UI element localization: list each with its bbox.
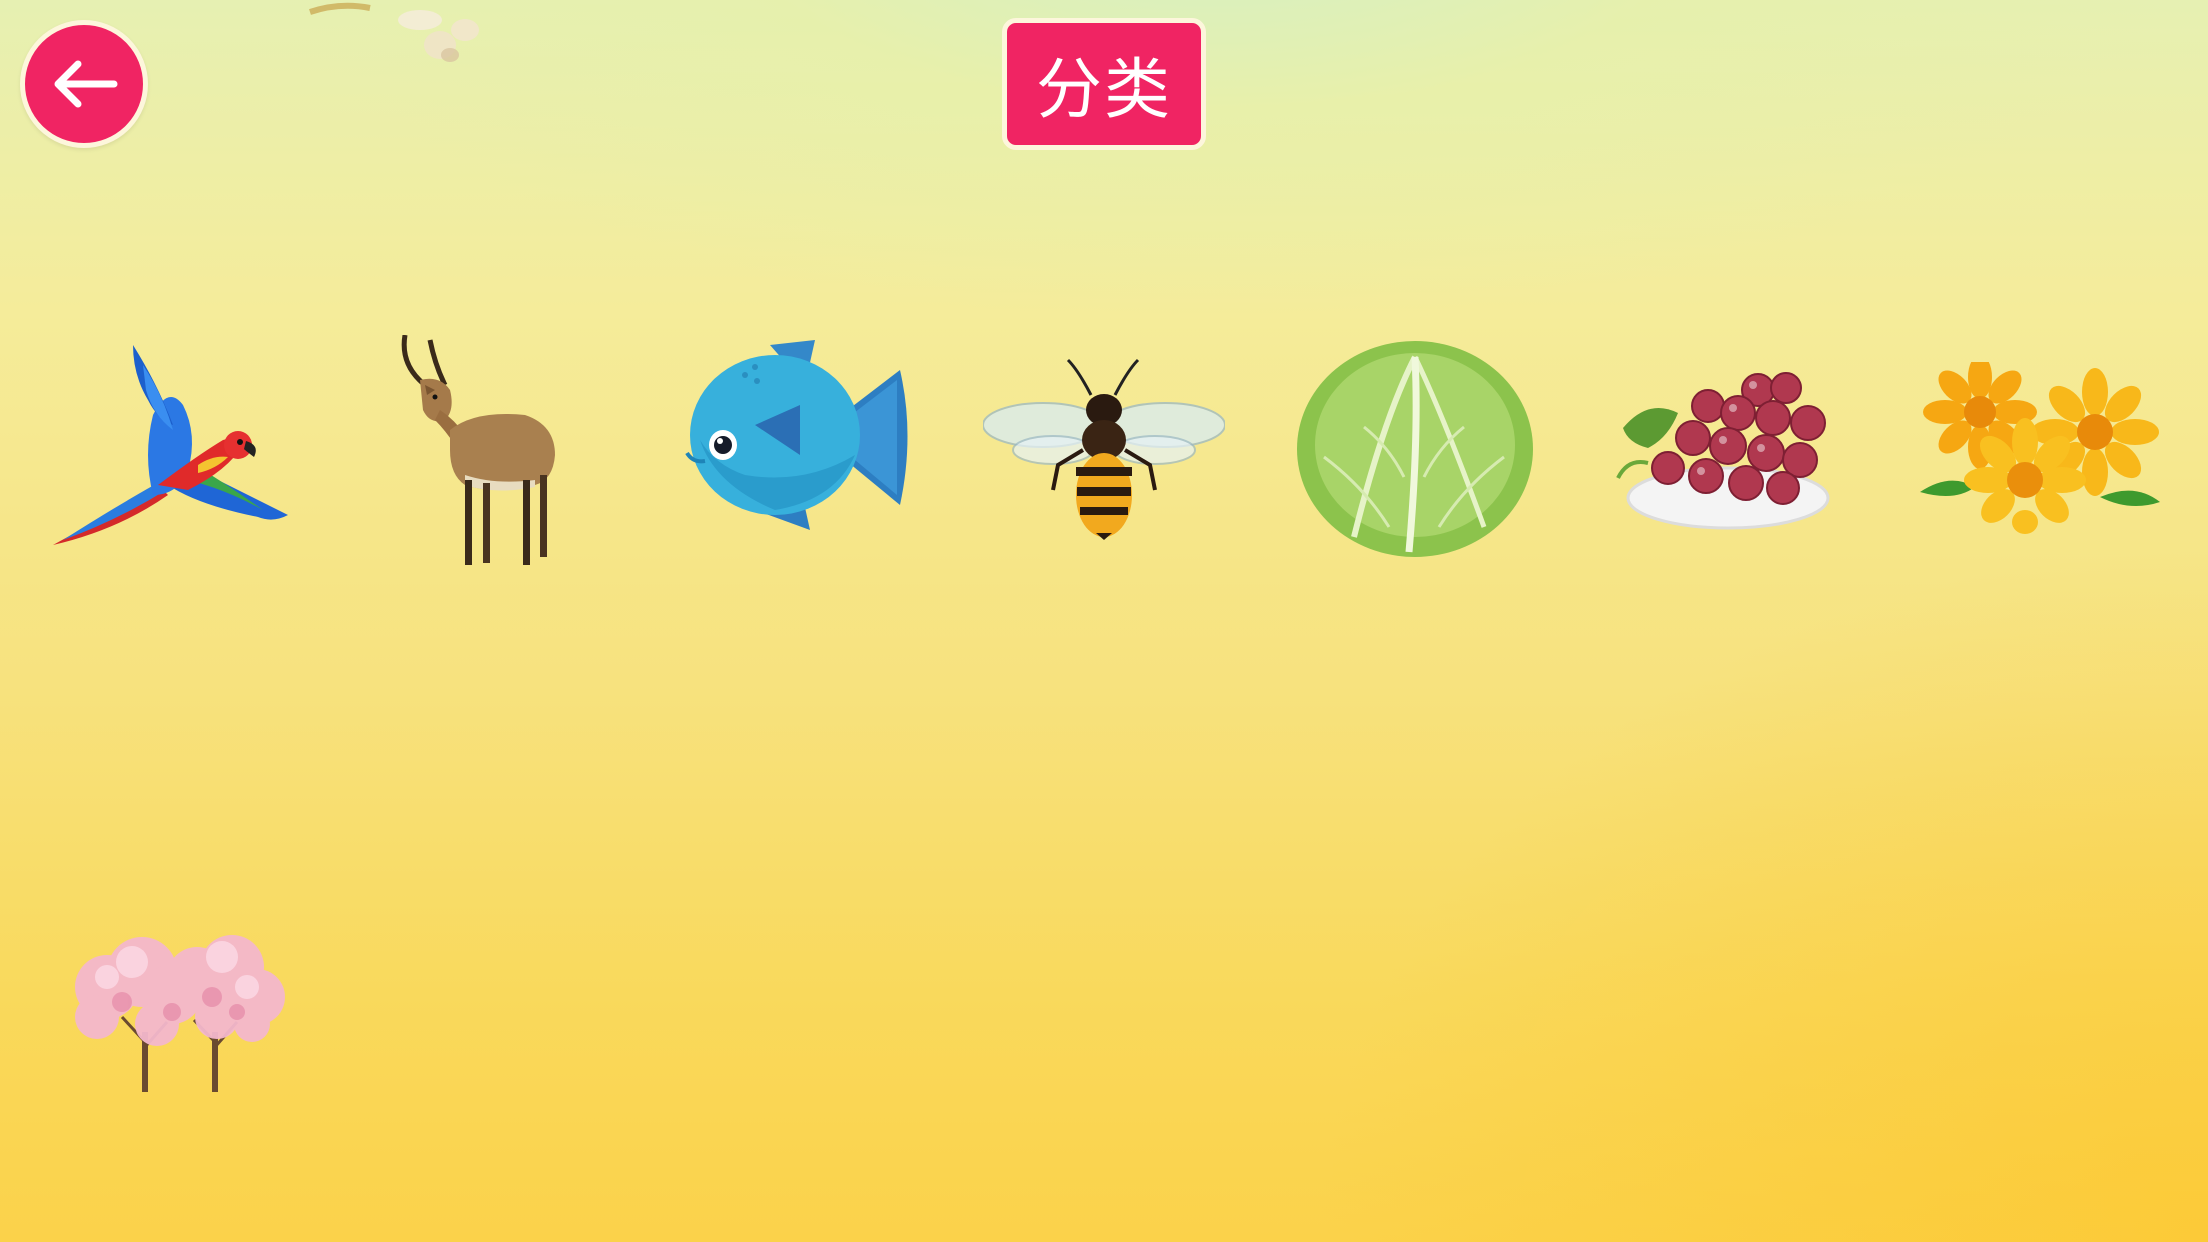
flowers-icon[interactable] — [1920, 362, 2160, 534]
back-button[interactable] — [20, 20, 148, 148]
arrow-left-icon — [54, 60, 118, 108]
grapes-icon[interactable] — [1608, 368, 1840, 535]
background-glow — [1308, 542, 2208, 1242]
fish-icon[interactable] — [685, 335, 915, 535]
antelope-icon[interactable] — [395, 335, 565, 570]
title-badge: 分类 — [1002, 18, 1206, 150]
page-title: 分类 — [1036, 51, 1172, 128]
bee-icon[interactable] — [983, 355, 1225, 540]
flower-petal-icon — [309, 2, 479, 62]
cabbage-icon[interactable] — [1294, 337, 1536, 559]
cherry-blossom-tree-icon — [75, 935, 285, 1092]
parrot-icon[interactable] — [48, 345, 298, 555]
